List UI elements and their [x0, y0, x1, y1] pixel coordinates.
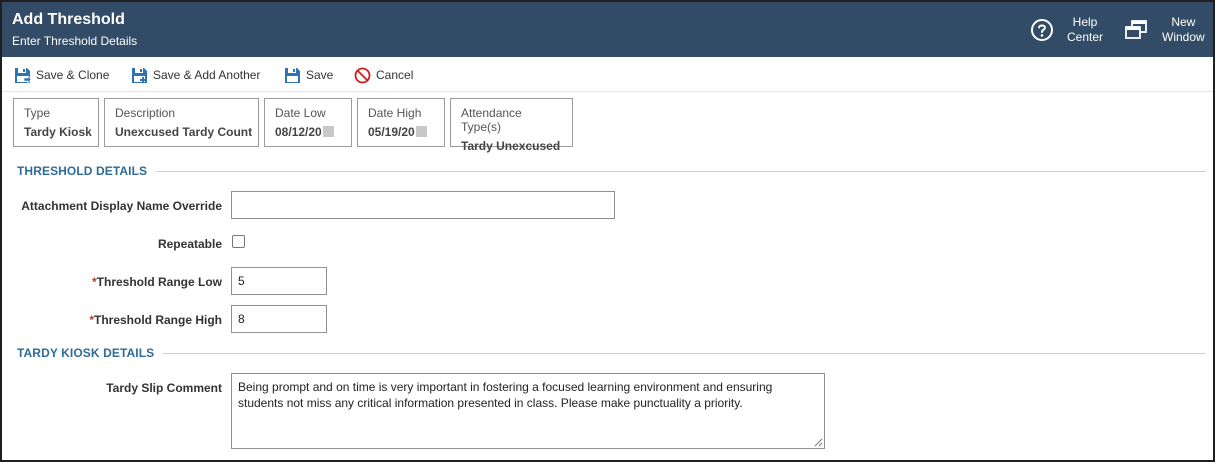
save-and-add-another-button[interactable]: Save & Add Another [131, 66, 260, 84]
add-threshold-window: Add Threshold Enter Threshold Details He… [0, 0, 1215, 462]
no-entry-icon [354, 67, 371, 83]
description-value: Unexcused Tardy Count [115, 125, 253, 139]
section-title-threshold-details: THRESHOLD DETAILS [17, 164, 148, 178]
attendance-types-key: Attendance Type(s) [461, 106, 522, 134]
resize-grip-icon[interactable] [814, 438, 823, 447]
threshold-range-high-input[interactable] [231, 305, 327, 333]
tardy-slip-comment-label: Tardy Slip Comment [106, 381, 222, 395]
summary-card-description: Description Unexcused Tardy Count [104, 98, 259, 147]
page-title: Add Threshold [12, 11, 125, 28]
save-and-clone-button[interactable]: Save & Clone [14, 66, 109, 84]
threshold-range-low-input[interactable] [231, 267, 327, 295]
repeatable-label: Repeatable [157, 237, 222, 251]
section-title-tardy-kiosk-details: TARDY KIOSK DETAILS [17, 346, 155, 360]
attachment-name-input[interactable] [231, 191, 615, 219]
summary-card-date-high: Date High 05/19/20 [357, 98, 445, 147]
attachment-name-label: Attachment Display Name Override [21, 199, 222, 213]
date-low-value: 08/12/20 [275, 125, 322, 139]
save-button[interactable]: Save [284, 66, 333, 84]
repeatable-checkbox[interactable] [232, 235, 245, 248]
section-divider [162, 353, 1206, 354]
tardy-slip-comment-textarea[interactable]: Being prompt and on time is very importa… [231, 373, 825, 449]
redaction-mask [322, 126, 334, 137]
help-circle-icon [1031, 18, 1053, 41]
new-window-button[interactable]: New Window [1124, 2, 1210, 57]
help-center-button[interactable]: Help Center [1030, 2, 1110, 57]
floppy-disk-icon [285, 67, 300, 83]
floppy-disk-icon [15, 67, 31, 84]
new-window-label-line1: New [1171, 14, 1196, 29]
summary-card-date-low: Date Low 08/12/20 [264, 98, 352, 147]
date-high-key: Date High [368, 106, 422, 120]
section-divider [156, 171, 1206, 172]
new-window-icon [1125, 19, 1147, 39]
redaction-mask [415, 126, 427, 137]
new-window-label-line2: Window [1162, 29, 1205, 44]
help-label-line1: Help [1072, 14, 1098, 29]
save-label: Save [306, 68, 334, 82]
save-and-clone-label: Save & Clone [36, 68, 110, 82]
attendance-types-value: Tardy Unexcused [461, 139, 561, 153]
description-key: Description [115, 106, 176, 120]
cancel-label: Cancel [376, 68, 414, 82]
summary-card-attendance-types: Attendance Type(s) Tardy Unexcused [450, 98, 573, 153]
help-label-line2: Center [1067, 29, 1104, 44]
summary-card-type: Type Tardy Kiosk [13, 98, 99, 147]
type-value: Tardy Kiosk [24, 125, 92, 139]
date-high-value: 05/19/20 [368, 125, 415, 139]
save-and-add-another-label: Save & Add Another [153, 68, 261, 82]
type-key: Type [24, 106, 51, 120]
threshold-range-low-label: Threshold Range Low [96, 275, 222, 289]
threshold-range-high-label: Threshold Range High [93, 313, 222, 327]
header-bar: Add Threshold Enter Threshold Details He… [2, 2, 1213, 57]
date-low-key: Date Low [275, 106, 326, 120]
cancel-button[interactable]: Cancel [354, 66, 413, 84]
page-subtitle: Enter Threshold Details [12, 34, 138, 48]
action-toolbar: Save & Clone Save & Add Another Save Can… [2, 57, 1213, 92]
floppy-disk-icon [132, 67, 147, 83]
